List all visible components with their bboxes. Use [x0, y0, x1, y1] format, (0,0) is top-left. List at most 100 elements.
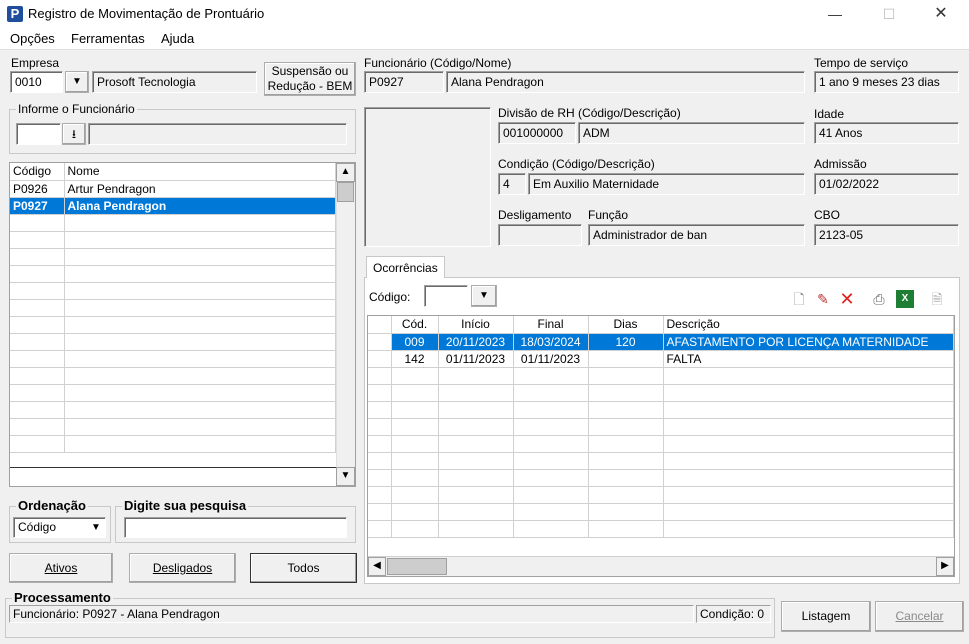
tempo-servico-label: Tempo de serviço [814, 56, 909, 70]
employee-list-grid[interactable]: Código Nome P0926 Artur Pendragon P0927 … [9, 162, 356, 487]
minimize-button[interactable]: — [812, 0, 858, 28]
empty-row [368, 486, 954, 504]
col-cod-header[interactable]: Cód. [391, 316, 439, 334]
col-inicio-header[interactable]: Início [438, 316, 514, 334]
informe-funcionario-title: Informe o Funcionário [16, 102, 137, 116]
ordenacao-selected-value: Código [18, 520, 57, 534]
table-row[interactable]: P0926 Artur Pendragon [10, 180, 336, 198]
ocorrencias-codigo-label: Código: [369, 290, 411, 304]
employee-photo [364, 107, 491, 247]
col-final-header[interactable]: Final [513, 316, 589, 334]
table-row-selected[interactable]: 009 20/11/2023 18/03/2024 120 AFASTAMENT… [368, 333, 954, 351]
employee-list-header: Código Nome [10, 163, 336, 181]
cancelar-button[interactable]: Cancelar [875, 601, 964, 632]
table-row[interactable]: 142 01/11/2023 01/11/2023 FALTA [368, 350, 954, 368]
processamento-status: Funcionário: P0927 - Alana Pendragon [9, 605, 694, 623]
menu-bar [0, 28, 969, 50]
app-logo-icon: P [7, 6, 23, 22]
informe-funcionario-input[interactable] [16, 123, 61, 145]
oc-inicio-cell: 20/11/2023 [438, 333, 514, 351]
todos-button[interactable]: Todos [250, 553, 357, 583]
arrow-down-bar-icon: ⭳ [71, 127, 77, 141]
employee-name-cell: Artur Pendragon [64, 180, 336, 198]
edit-pencil-icon[interactable]: ✎ [814, 290, 832, 308]
empty-row [368, 367, 954, 385]
ocorrencias-codigo-dropdown[interactable]: ▼ [471, 285, 497, 307]
col-dias-header[interactable]: Dias [588, 316, 664, 334]
scroll-right-button[interactable]: ▶ [936, 557, 954, 576]
oc-inicio-cell: 01/11/2023 [438, 350, 514, 368]
hscroll-thumb[interactable] [387, 558, 447, 575]
ocorrencias-codigo-input[interactable] [424, 285, 468, 307]
condicao-desc-field: Em Auxilio Maternidade [528, 173, 805, 195]
pesquisa-input[interactable] [124, 517, 347, 538]
funcao-field: Administrador de ban [588, 224, 805, 246]
arrow-right-icon: ▶ [941, 560, 949, 571]
empresa-dropdown-button[interactable]: ▼ [65, 71, 89, 93]
cbo-label: CBO [814, 208, 841, 222]
scroll-left-button[interactable]: ◀ [368, 557, 386, 576]
condicao-label: Condição (Código/Descrição) [498, 157, 655, 171]
divisao-code-field: 001000000 [498, 122, 576, 144]
desligados-label: Desligados [152, 561, 213, 575]
scroll-down-button[interactable]: ▼ [336, 467, 355, 486]
funcionario-code-field: P0927 [364, 71, 444, 93]
arrow-up-icon: ▲ [340, 166, 351, 177]
empty-row [368, 452, 954, 470]
desligados-button[interactable]: Desligados [129, 553, 236, 583]
informe-lookup-button[interactable]: ⭳ [62, 123, 86, 145]
scroll-thumb[interactable] [337, 182, 354, 202]
ativos-button[interactable]: Ativos [9, 553, 113, 583]
tab-ocorrencias[interactable]: Ocorrências [366, 256, 445, 278]
cbo-field: 2123-05 [814, 224, 959, 246]
window-title: Registro de Movimentação de Prontuário [28, 6, 265, 21]
empresa-code-field[interactable]: 0010 [10, 71, 63, 93]
report-preview-icon[interactable]: 🗎 [928, 290, 946, 308]
oc-descricao-cell: FALTA [663, 350, 954, 368]
suspensao-reducao-button[interactable]: Suspensão ou Redução - BEM [264, 62, 356, 96]
col-nome-header[interactable]: Nome [64, 163, 336, 181]
print-icon[interactable]: ⎙ [870, 290, 888, 308]
ocorrencias-grid[interactable]: Cód. Início Final Dias Descrição 009 20/… [367, 315, 955, 577]
empty-row [10, 316, 336, 334]
desligamento-field [498, 224, 582, 246]
col-descricao-header[interactable]: Descrição [663, 316, 954, 334]
employee-code-cell: P0926 [10, 180, 65, 198]
menu-opcoes[interactable]: Opções [10, 31, 55, 46]
oc-cod-cell: 142 [391, 350, 439, 368]
empty-row [10, 401, 336, 419]
empty-row [10, 384, 336, 402]
employee-code-cell: P0927 [10, 197, 65, 215]
table-row-selected[interactable]: P0927 Alana Pendragon [10, 197, 336, 215]
processamento-condicao: Condição: 0 [696, 605, 771, 623]
funcao-label: Função [588, 208, 629, 222]
idade-label: Idade [814, 107, 845, 121]
excel-export-icon[interactable]: X [896, 290, 914, 308]
ativos-label: Ativos [44, 561, 78, 575]
ocorrencias-hscrollbar[interactable] [368, 556, 954, 576]
listagem-button[interactable]: Listagem [781, 601, 871, 632]
admissao-label: Admissão [814, 157, 867, 171]
chevron-down-icon: ▼ [72, 76, 82, 87]
scroll-up-button[interactable]: ▲ [336, 163, 355, 182]
employee-list-scrollbar[interactable] [336, 163, 355, 486]
close-button[interactable]: ✕ [918, 0, 964, 28]
cancelar-label: Cancelar [895, 609, 944, 623]
delete-x-icon[interactable]: ✕ [838, 290, 856, 308]
maximize-button[interactable]: ☐ [866, 0, 912, 28]
empresa-label: Empresa [11, 56, 60, 70]
new-document-icon[interactable]: 🗋 [790, 290, 808, 308]
empty-row [368, 520, 954, 538]
col-codigo-header[interactable]: Código [10, 163, 65, 181]
empty-row [10, 333, 336, 351]
menu-ajuda[interactable]: Ajuda [161, 31, 194, 46]
empty-row [368, 384, 954, 402]
chevron-down-icon: ▼ [479, 290, 489, 301]
ordenacao-dropdown-arrow[interactable]: ▼ [87, 518, 105, 537]
todos-label: Todos [287, 561, 320, 575]
empty-row [10, 350, 336, 368]
oc-descricao-cell: AFASTAMENTO POR LICENÇA MATERNIDADE [663, 333, 954, 351]
ocorrencias-header: Cód. Início Final Dias Descrição [368, 316, 954, 334]
menu-ferramentas[interactable]: Ferramentas [71, 31, 145, 46]
oc-final-cell: 18/03/2024 [513, 333, 589, 351]
